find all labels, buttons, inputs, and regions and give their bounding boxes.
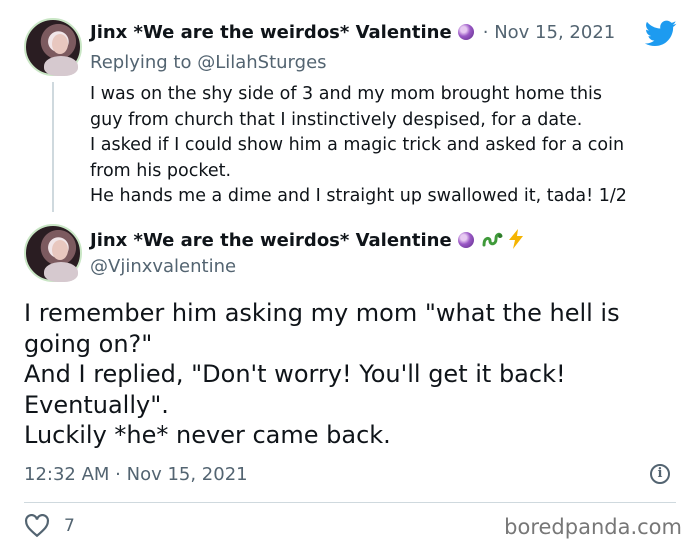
tweet1-line: from his pocket.: [90, 160, 232, 181]
tweet1-line: I asked if I could show him a magic tric…: [90, 135, 625, 155]
heart-icon: [25, 514, 49, 538]
avatar-face: [52, 240, 68, 260]
snake-icon: [482, 232, 503, 247]
avatar-shoulder: [44, 262, 78, 282]
tweet2-handle[interactable]: @Vjinxvalentine: [90, 256, 236, 277]
tweet2-line: I remember him asking my mom "what the h…: [24, 299, 620, 327]
tweet1-line: He hands me a dime and I straight up swa…: [90, 186, 627, 206]
tweet2-line: going on?": [24, 329, 153, 358]
crystal-ball-icon: [457, 232, 474, 248]
tweet2-line: And I replied, "Don't worry! You'll get …: [24, 360, 566, 388]
thread-line: [52, 82, 54, 212]
avatar-face: [52, 34, 68, 54]
tweet2-line: Eventually".: [24, 390, 169, 419]
avatar-shoulder: [44, 56, 78, 76]
info-icon[interactable]: i: [650, 464, 670, 484]
watermark: boredpanda.com: [504, 515, 682, 539]
tweet1-body: I was on the shy side of 3 and my mom br…: [90, 82, 690, 210]
tweet2-timestamp[interactable]: 12:32 AM · Nov 15, 2021: [24, 464, 248, 485]
tweet1-author-name[interactable]: Jinx *We are the weirdos* Valentine: [90, 22, 452, 43]
crystal-ball-icon: [457, 24, 474, 40]
like-button[interactable]: 7: [24, 514, 75, 538]
tweet1-line: I was on the shy side of 3 and my mom br…: [90, 84, 603, 104]
tweet2-line: Luckily *he* never came back.: [24, 421, 391, 449]
tweet2-header: Jinx *We are the weirdos* Valentine: [90, 229, 524, 251]
tweet2-body: I remember him asking my mom "what the h…: [24, 298, 684, 451]
tweet1-line: guy from church that I instinctively des…: [90, 109, 583, 130]
tweet2-author-name[interactable]: Jinx *We are the weirdos* Valentine: [90, 230, 452, 251]
twitter-bird-icon: [645, 20, 677, 46]
divider: [24, 502, 676, 503]
avatar-tweet2[interactable]: [24, 224, 82, 282]
tweet1-date[interactable]: · Nov 15, 2021: [483, 22, 615, 43]
tweet1-header: Jinx *We are the weirdos* Valentine · No…: [90, 22, 615, 43]
avatar-tweet1[interactable]: [24, 18, 82, 76]
tweet1-reply-to[interactable]: Replying to @LilahSturges: [90, 52, 327, 73]
lightning-icon: [508, 229, 523, 249]
like-count: 7: [64, 516, 75, 536]
